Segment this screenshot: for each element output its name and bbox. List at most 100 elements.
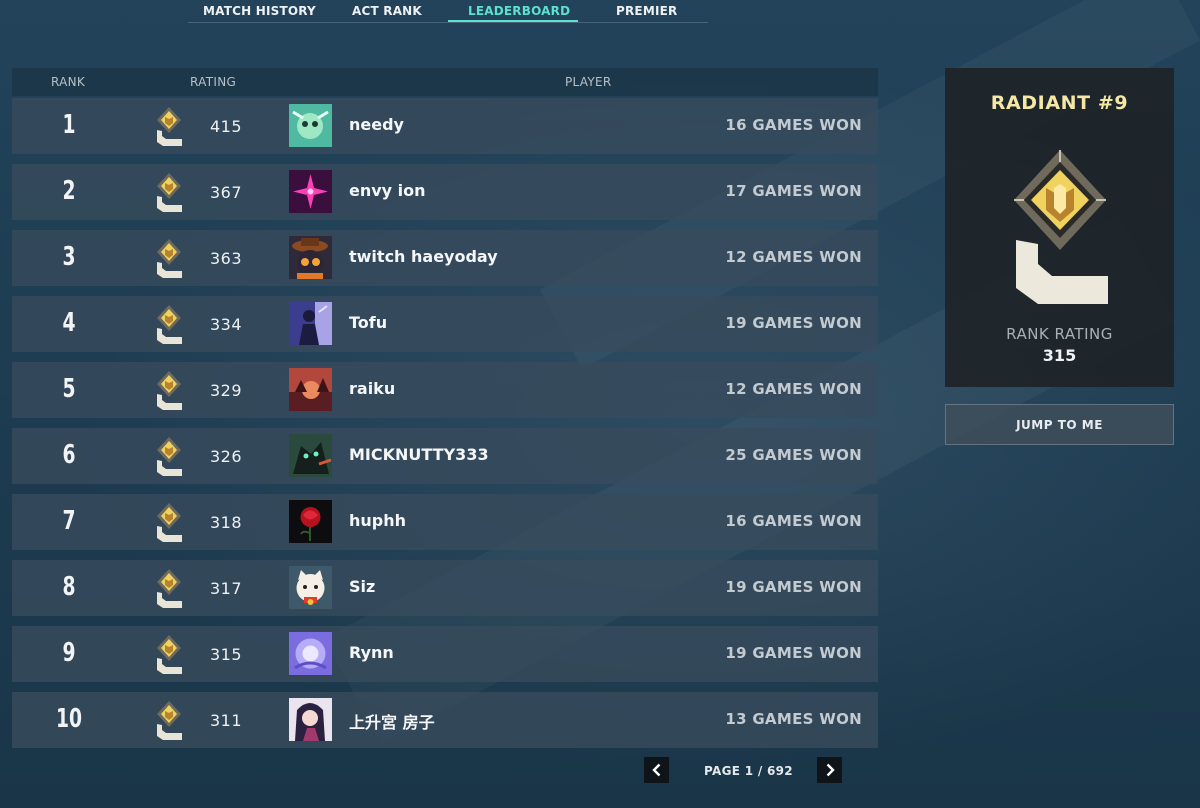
rank-number: 4 [62, 308, 76, 338]
rating-value: 363 [210, 249, 243, 268]
rank-number: 10 [55, 704, 83, 734]
player-name[interactable]: needy [349, 115, 404, 134]
table-row[interactable]: 2 367 envy ion 17 GAMES WON [12, 164, 878, 220]
magenta-flower-avatar [289, 170, 332, 213]
rank-number: 1 [62, 110, 76, 140]
hat-creature-avatar [289, 236, 332, 279]
red-sunset-avatar [289, 368, 332, 411]
rank-number: 2 [62, 176, 76, 206]
player-avatar [289, 302, 332, 345]
radiant-rank-icon [157, 701, 182, 740]
rating-value: 415 [210, 117, 243, 136]
player-name[interactable]: twitch haeyoday [349, 247, 498, 266]
player-name[interactable]: huphh [349, 511, 406, 530]
table-row[interactable]: 8 317 Siz 19 GAMES WON [12, 560, 878, 616]
dark-beast-avatar [289, 434, 332, 477]
green-dragon-avatar [289, 104, 332, 147]
rank-number: 7 [62, 506, 76, 536]
player-avatar [289, 368, 332, 411]
games-won: 13 GAMES WON [725, 710, 862, 728]
rating-value: 326 [210, 447, 243, 466]
column-header-rank: RANK [51, 75, 86, 89]
table-row[interactable]: 5 329 raiku 12 GAMES WON [12, 362, 878, 418]
rating-value: 318 [210, 513, 243, 532]
rating-value: 334 [210, 315, 243, 334]
table-row[interactable]: 10 311 上升宮 房子 13 GAMES WON [12, 692, 878, 748]
purple-agent-avatar [289, 302, 332, 345]
player-name[interactable]: Siz [349, 577, 375, 596]
games-won: 17 GAMES WON [725, 182, 862, 200]
tab-match-history[interactable]: MATCH HISTORY [203, 4, 316, 18]
player-avatar [289, 170, 332, 213]
games-won: 19 GAMES WON [725, 314, 862, 332]
column-header-player: PLAYER [565, 75, 612, 89]
games-won: 16 GAMES WON [725, 512, 862, 530]
rating-value: 315 [210, 645, 243, 664]
column-header-rating: RATING [190, 75, 237, 89]
table-row[interactable]: 4 334 Tofu 19 GAMES WON [12, 296, 878, 352]
games-won: 12 GAMES WON [725, 248, 862, 266]
radiant-rank-icon [157, 635, 182, 674]
radiant-rank-icon [157, 305, 182, 344]
rank-number: 8 [62, 572, 76, 602]
radiant-rank-icon [157, 503, 182, 542]
player-avatar [289, 236, 332, 279]
radiant-rank-icon [1014, 150, 1108, 304]
rank-rating-value: 315 [1042, 346, 1077, 365]
next-page-button[interactable] [817, 757, 842, 783]
rank-card: RADIANT #9 RANK RATING 315 [945, 68, 1174, 387]
page-indicator: PAGE 1 / 692 [704, 764, 793, 778]
rating-value: 317 [210, 579, 243, 598]
games-won: 16 GAMES WON [725, 116, 862, 134]
tab-bar: MATCH HISTORY ACT RANK LEADERBOARD PREMI… [188, 0, 708, 23]
rank-number: 3 [62, 242, 76, 272]
player-name[interactable]: envy ion [349, 181, 426, 200]
radiant-rank-icon [157, 569, 182, 608]
chevron-right-icon [826, 763, 835, 777]
player-name[interactable]: raiku [349, 379, 395, 398]
rank-rating-label: RANK RATING [1006, 325, 1113, 343]
games-won: 12 GAMES WON [725, 380, 862, 398]
player-avatar [289, 632, 332, 675]
tab-leaderboard[interactable]: LEADERBOARD [468, 4, 570, 18]
chevron-left-icon [651, 763, 660, 777]
player-name[interactable]: Tofu [349, 313, 387, 332]
radiant-rank-icon [157, 107, 182, 146]
table-row[interactable]: 9 315 Rynn 19 GAMES WON [12, 626, 878, 682]
games-won: 25 GAMES WON [725, 446, 862, 464]
previous-page-button[interactable] [644, 757, 669, 783]
table-row[interactable]: 6 326 MICKNUTTY333 25 GAMES WON [12, 428, 878, 484]
tab-act-rank[interactable]: ACT RANK [352, 4, 422, 18]
player-name[interactable]: MICKNUTTY333 [349, 445, 489, 464]
player-name[interactable]: Rynn [349, 643, 394, 662]
player-avatar [289, 500, 332, 543]
rank-number: 5 [62, 374, 76, 404]
table-row[interactable]: 3 363 twitch haeyoday 12 GAMES WON [12, 230, 878, 286]
rating-value: 367 [210, 183, 243, 202]
rating-value: 329 [210, 381, 243, 400]
tab-premier[interactable]: PREMIER [616, 4, 677, 18]
player-name[interactable]: 上升宮 房子 [349, 709, 435, 733]
rank-number: 9 [62, 638, 76, 668]
red-rose-avatar [289, 500, 332, 543]
player-avatar [289, 566, 332, 609]
jump-to-me-button[interactable]: JUMP TO ME [945, 404, 1174, 445]
radiant-rank-icon [157, 173, 182, 212]
lucky-cat-avatar [289, 566, 332, 609]
table-row[interactable]: 7 318 huphh 16 GAMES WON [12, 494, 878, 550]
games-won: 19 GAMES WON [725, 644, 862, 662]
rank-number: 6 [62, 440, 76, 470]
games-won: 19 GAMES WON [725, 578, 862, 596]
player-avatar [289, 434, 332, 477]
radiant-rank-icon [157, 371, 182, 410]
rank-title: RADIANT #9 [990, 92, 1129, 114]
table-header [12, 68, 878, 96]
violet-glow-avatar [289, 632, 332, 675]
radiant-rank-icon [157, 437, 182, 476]
active-tab-indicator [448, 20, 578, 22]
table-row[interactable]: 1 415 needy 16 GAMES WON [12, 98, 878, 154]
rating-value: 311 [210, 711, 243, 730]
anime-girl-avatar [289, 698, 332, 741]
player-avatar [289, 698, 332, 741]
player-avatar [289, 104, 332, 147]
